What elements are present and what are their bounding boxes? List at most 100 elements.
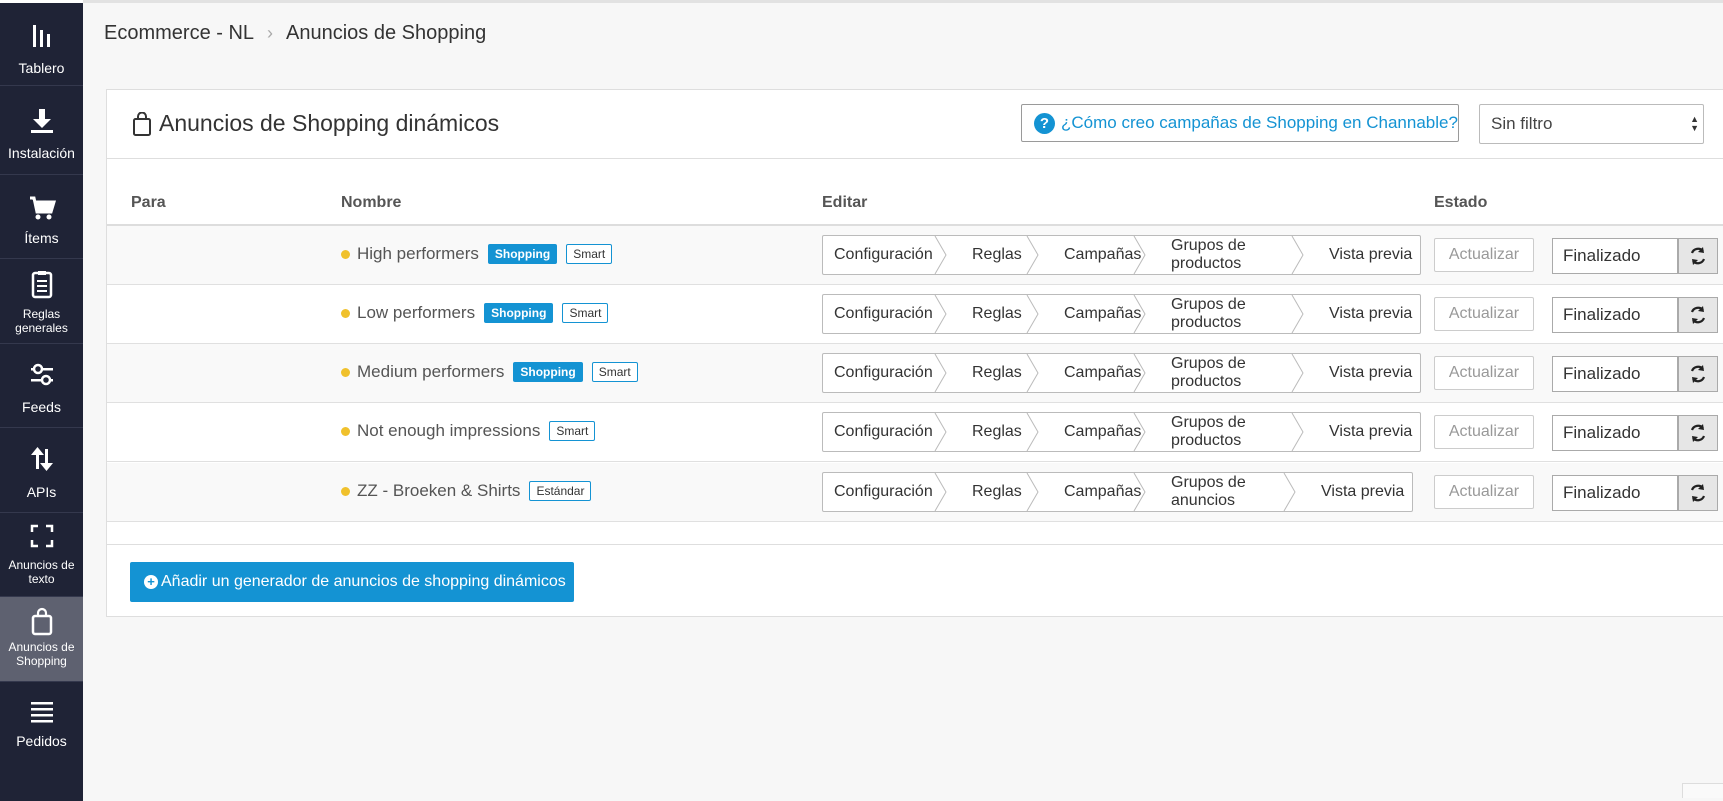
status-field: Finalizado [1552,297,1678,333]
sidebar-item-label: APIs [26,484,57,500]
refresh-button[interactable] [1678,356,1718,392]
edit-step-link[interactable]: Reglas [947,236,1039,274]
edit-step-link[interactable]: Vista previa [1304,295,1420,333]
row-name[interactable]: ZZ - Broeken & Shirts [357,481,520,501]
edit-step-link[interactable]: Reglas [947,354,1039,392]
step-chevron-icon [1133,473,1146,511]
edit-step-link[interactable]: Configuración [823,413,947,451]
sidebar-item-apis[interactable]: APIs [0,428,83,513]
row-name[interactable]: Low performers [357,303,475,323]
edit-step-link[interactable]: Reglas [947,295,1039,333]
sidebar-item-label: Feeds [22,399,61,415]
arrows-updown-icon [27,444,57,474]
edit-step-link[interactable]: Vista previa [1304,354,1420,392]
sidebar-item-label: Anuncios de texto [8,558,75,586]
edit-step-label: Reglas [972,246,1022,263]
update-button[interactable]: Actualizar [1434,415,1534,449]
update-button[interactable]: Actualizar [1434,475,1534,509]
help-link-label: ¿Cómo creo campañas de Shopping en Chann… [1061,113,1458,132]
breadcrumb-project[interactable]: Ecommerce - NL [104,22,254,45]
edit-step-link[interactable]: Grupos de productos [1146,354,1304,392]
refresh-button[interactable] [1678,238,1718,274]
sidebar-item-label: Pedidos [16,733,67,749]
edit-step-label: Vista previa [1329,364,1413,381]
refresh-button[interactable] [1678,415,1718,451]
edit-step-label: Campañas [1064,305,1142,322]
step-chevron-icon [1283,473,1296,511]
clipboard-icon [27,269,57,299]
status-dot-icon [341,308,350,318]
sidebar-item-instalacion[interactable]: Instalación [0,86,83,175]
edit-step-label: Vista previa [1329,305,1413,322]
edit-step-label: Campañas [1064,246,1142,263]
page-title-text: Anuncios de Shopping dinámicos [159,110,500,136]
step-chevron-icon [1026,413,1039,451]
row-tag-badge: Shopping [487,244,558,264]
edit-step-label: Grupos de productos [1171,237,1246,272]
sidebar-item-anuncios-texto[interactable]: Anuncios de texto [0,513,83,597]
status-field: Finalizado [1552,238,1678,274]
edit-step-link[interactable]: Campañas [1039,413,1146,451]
edit-step-label: Configuración [834,364,933,381]
breadcrumb-current: Anuncios de Shopping [286,22,487,44]
help-link-button[interactable]: ? ¿Cómo creo campañas de Shopping en Cha… [1021,104,1459,142]
sidebar-item-feeds[interactable]: Feeds [0,344,83,428]
edit-step-link[interactable]: Campañas [1039,236,1146,274]
edit-step-link[interactable]: Grupos de productos [1146,413,1304,451]
edit-steps: Configuración Reglas Campañas Grupos de pro… [822,412,1421,452]
sidebar-item-tablero[interactable]: Tablero [0,3,83,86]
edit-steps: Configuración Reglas Campañas Grupos de pro… [822,294,1421,334]
filter-select[interactable]: Sin filtro ▲ ▼ [1479,104,1704,144]
edit-step-link[interactable]: Reglas [947,473,1039,511]
status-field: Finalizado [1552,475,1678,511]
status-dot-icon [341,426,350,436]
step-chevron-icon [934,295,947,333]
table-row: Medium performers Shopping Smart Configurac… [107,344,1723,403]
update-button[interactable]: Actualizar [1434,297,1534,331]
edit-step-link[interactable]: Grupos de productos [1146,236,1304,274]
update-button[interactable]: Actualizar [1434,238,1534,272]
row-name[interactable]: Not enough impressions [357,421,540,441]
status-dot-icon [341,249,350,259]
edit-step-link[interactable]: Configuración [823,473,947,511]
step-chevron-icon [934,236,947,274]
row-name-cell: Not enough impressions Smart [341,421,596,441]
sidebar-item-label: Reglas generales [15,307,68,335]
sidebar-item-anuncios-shopping[interactable]: Anuncios de Shopping [0,597,83,682]
sliders-icon [27,360,57,390]
edit-step-link[interactable]: Vista previa [1304,413,1420,451]
row-name-cell: High performers Shopping Smart [341,244,613,264]
edit-step-link[interactable]: Campañas [1039,473,1146,511]
edit-step-link[interactable]: Grupos de productos [1146,295,1304,333]
edit-step-label: Reglas [972,483,1022,500]
add-generator-button[interactable]: + Añadir un generador de anuncios de sho… [130,562,574,602]
edit-step-link[interactable]: Configuración [823,236,947,274]
edit-steps: Configuración Reglas Campañas Grupos de pro… [822,235,1421,275]
edit-step-link[interactable]: Vista previa [1296,473,1412,511]
sidebar-item-reglas-generales[interactable]: Reglas generales [0,259,83,344]
column-header-estado: Estado [1434,194,1488,211]
row-tag-badge: Smart [562,303,609,323]
edit-step-link[interactable]: Configuración [823,354,947,392]
row-name[interactable]: Medium performers [357,362,504,382]
row-name[interactable]: High performers [357,244,479,264]
edit-step-link[interactable]: Vista previa [1304,236,1420,274]
step-chevron-icon [1133,236,1146,274]
row-name-cell: Medium performers Shopping Smart [341,362,638,382]
refresh-button[interactable] [1678,297,1718,333]
refresh-button[interactable] [1678,475,1718,511]
update-button[interactable]: Actualizar [1434,356,1534,390]
edit-step-link[interactable]: Grupos de anuncios [1146,473,1296,511]
step-chevron-icon [1133,413,1146,451]
step-chevron-icon [934,413,947,451]
sidebar-item-items[interactable]: Ítems [0,175,83,259]
edit-step-link[interactable]: Configuración [823,295,947,333]
row-tag-badge: Shopping [513,362,583,382]
edit-step-label: Vista previa [1329,423,1413,440]
sidebar-item-pedidos[interactable]: Pedidos [0,682,83,801]
edit-step-link[interactable]: Campañas [1039,295,1146,333]
sidebar-item-label: Instalación [8,145,75,161]
refresh-icon [1690,365,1706,383]
edit-step-link[interactable]: Campañas [1039,354,1146,392]
edit-step-link[interactable]: Reglas [947,413,1039,451]
